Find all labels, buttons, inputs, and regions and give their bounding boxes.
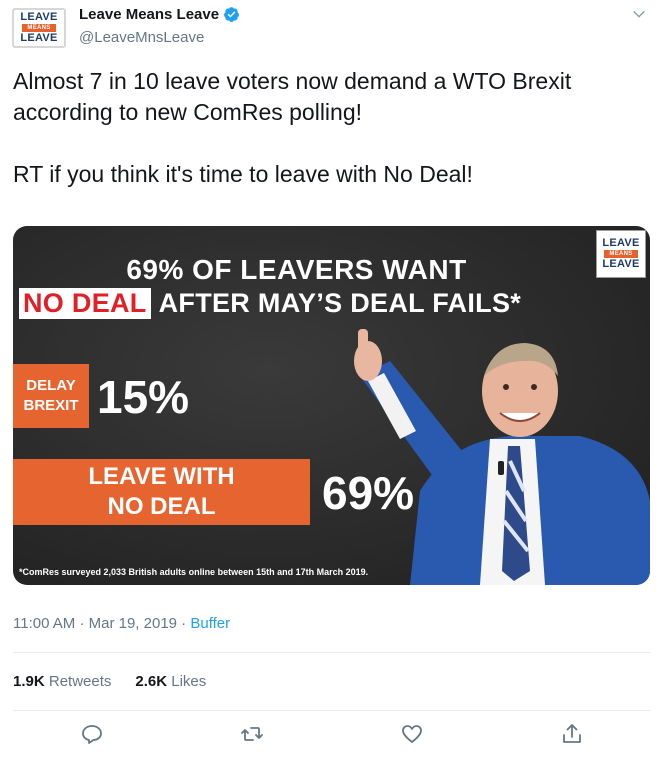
likes-label: Likes — [171, 673, 207, 690]
display-name[interactable]: Leave Means Leave — [79, 6, 219, 23]
bar-delay-brexit-label: DELAY BREXIT — [23, 377, 79, 414]
bar-delay-brexit: DELAY BREXIT — [13, 364, 89, 428]
media-headline-no-deal: NO DEAL — [19, 288, 151, 319]
engagement-stats: 1.9K Retweets 2.6K Likes — [13, 673, 206, 690]
action-bar — [0, 722, 663, 752]
tweet-date[interactable]: Mar 19, 2019 — [89, 615, 177, 632]
tweet-image[interactable]: LEAVE MEANS LEAVE 69% OF LEAVERS WANT NO… — [13, 226, 650, 585]
avatar-logo-middle: MEANS — [22, 24, 56, 32]
bar-leave-no-deal-label: LEAVE WITH NO DEAL — [88, 463, 235, 520]
share-icon[interactable] — [560, 722, 584, 746]
bar-leave-no-deal: LEAVE WITH NO DEAL — [13, 459, 310, 525]
tweet-text: Almost 7 in 10 leave voters now demand a… — [13, 68, 572, 187]
bar-delay-brexit-value: 15% — [97, 371, 190, 423]
tweet-time[interactable]: 11:00 AM — [13, 615, 75, 632]
media-footnote: *ComRes surveyed 2,033 British adults on… — [19, 567, 369, 577]
divider-top — [13, 652, 650, 653]
divider-bottom — [13, 710, 650, 711]
reply-icon[interactable] — [80, 722, 104, 746]
likes-stat[interactable]: 2.6K Likes — [135, 673, 206, 690]
tweet-source-link[interactable]: Buffer — [190, 615, 230, 632]
meta-separator-2: · — [181, 615, 187, 632]
like-icon[interactable] — [400, 722, 424, 746]
chevron-down-icon[interactable] — [631, 6, 647, 22]
retweets-label: Retweets — [48, 673, 112, 690]
meta-separator: · — [79, 615, 85, 632]
retweet-icon[interactable] — [240, 722, 264, 746]
avatar[interactable]: LEAVE MEANS LEAVE — [12, 8, 66, 48]
avatar-logo-bottom: LEAVE — [20, 32, 58, 44]
retweets-stat[interactable]: 1.9K Retweets — [13, 673, 111, 690]
media-headline-line2: NO DEAL AFTER MAY’S DEAL FAILS* — [19, 288, 521, 319]
author-name-row[interactable]: Leave Means Leave — [79, 6, 240, 23]
speaker-photo — [354, 329, 650, 585]
media-headline-rest: AFTER MAY’S DEAL FAILS* — [158, 288, 522, 318]
avatar-logo-top: LEAVE — [20, 11, 58, 23]
verified-badge-icon — [224, 7, 240, 22]
likes-count: 2.6K — [135, 673, 168, 690]
tweet-timestamp-row: 11:00 AM · Mar 19, 2019 · Buffer — [13, 615, 230, 632]
media-headline-line1: 69% OF LEAVERS WANT — [126, 254, 467, 285]
media-logo-top: LEAVE — [602, 237, 640, 249]
bar-leave-no-deal-value: 69% — [322, 467, 415, 519]
handle[interactable]: @LeaveMnsLeave — [79, 29, 204, 46]
retweets-count: 1.9K — [13, 673, 45, 690]
